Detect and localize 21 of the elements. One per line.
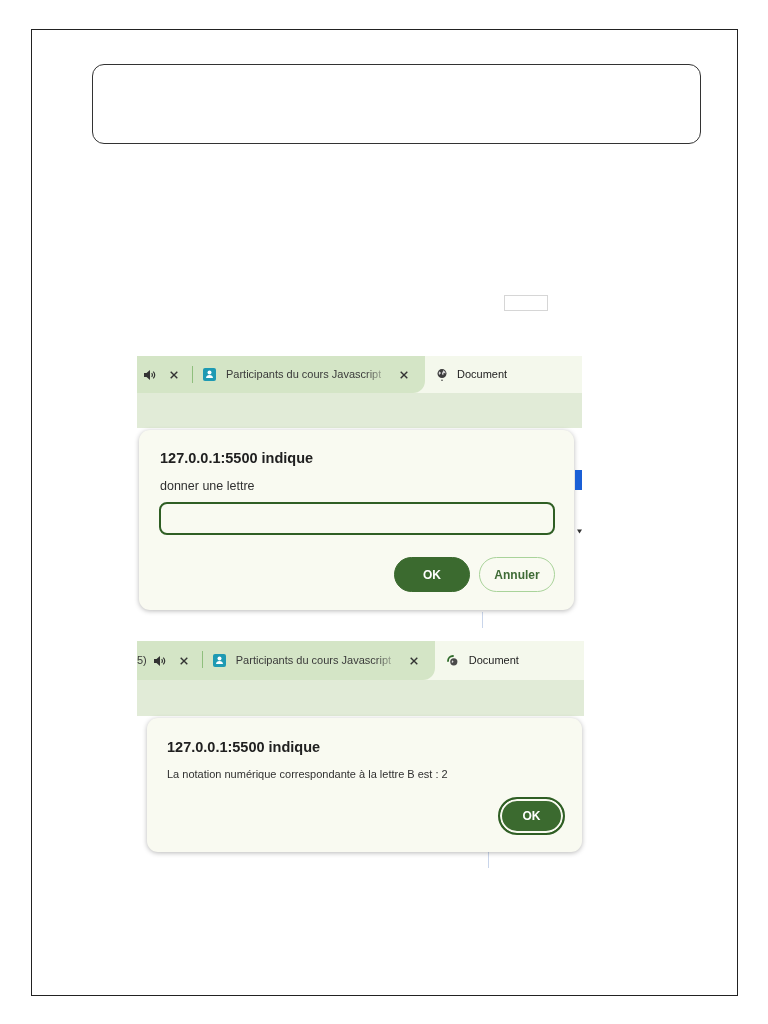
close-icon[interactable] [170, 370, 178, 379]
dialog-message: donner une lettre [160, 478, 256, 494]
dialog-title: 127.0.0.1:5500 indique [167, 738, 322, 756]
browser-tab[interactable]: 5) [137, 641, 202, 680]
speaker-icon[interactable] [144, 369, 156, 380]
page-button-fragment [575, 470, 582, 490]
speaker-icon[interactable] [153, 655, 166, 666]
ok-button[interactable]: OK [498, 797, 565, 835]
ok-button[interactable]: OK [394, 557, 470, 592]
caret-icon [577, 529, 582, 534]
browser-tab[interactable]: Participants du cours Javascript [202, 641, 435, 680]
close-icon[interactable] [179, 656, 188, 665]
close-icon[interactable] [400, 370, 408, 379]
browser-tab[interactable]: Participants du cours Javascript [193, 356, 425, 393]
close-icon[interactable] [409, 656, 418, 665]
dialog-message: La notation numérique correspondante à la lettre B est : 2 [167, 767, 449, 781]
blank-box [504, 295, 548, 311]
browser-tab[interactable] [137, 356, 192, 393]
dialog-title: 127.0.0.1:5500 indique [160, 449, 315, 467]
text-input[interactable] [159, 502, 555, 535]
cancel-button[interactable]: Annuler [479, 557, 555, 592]
